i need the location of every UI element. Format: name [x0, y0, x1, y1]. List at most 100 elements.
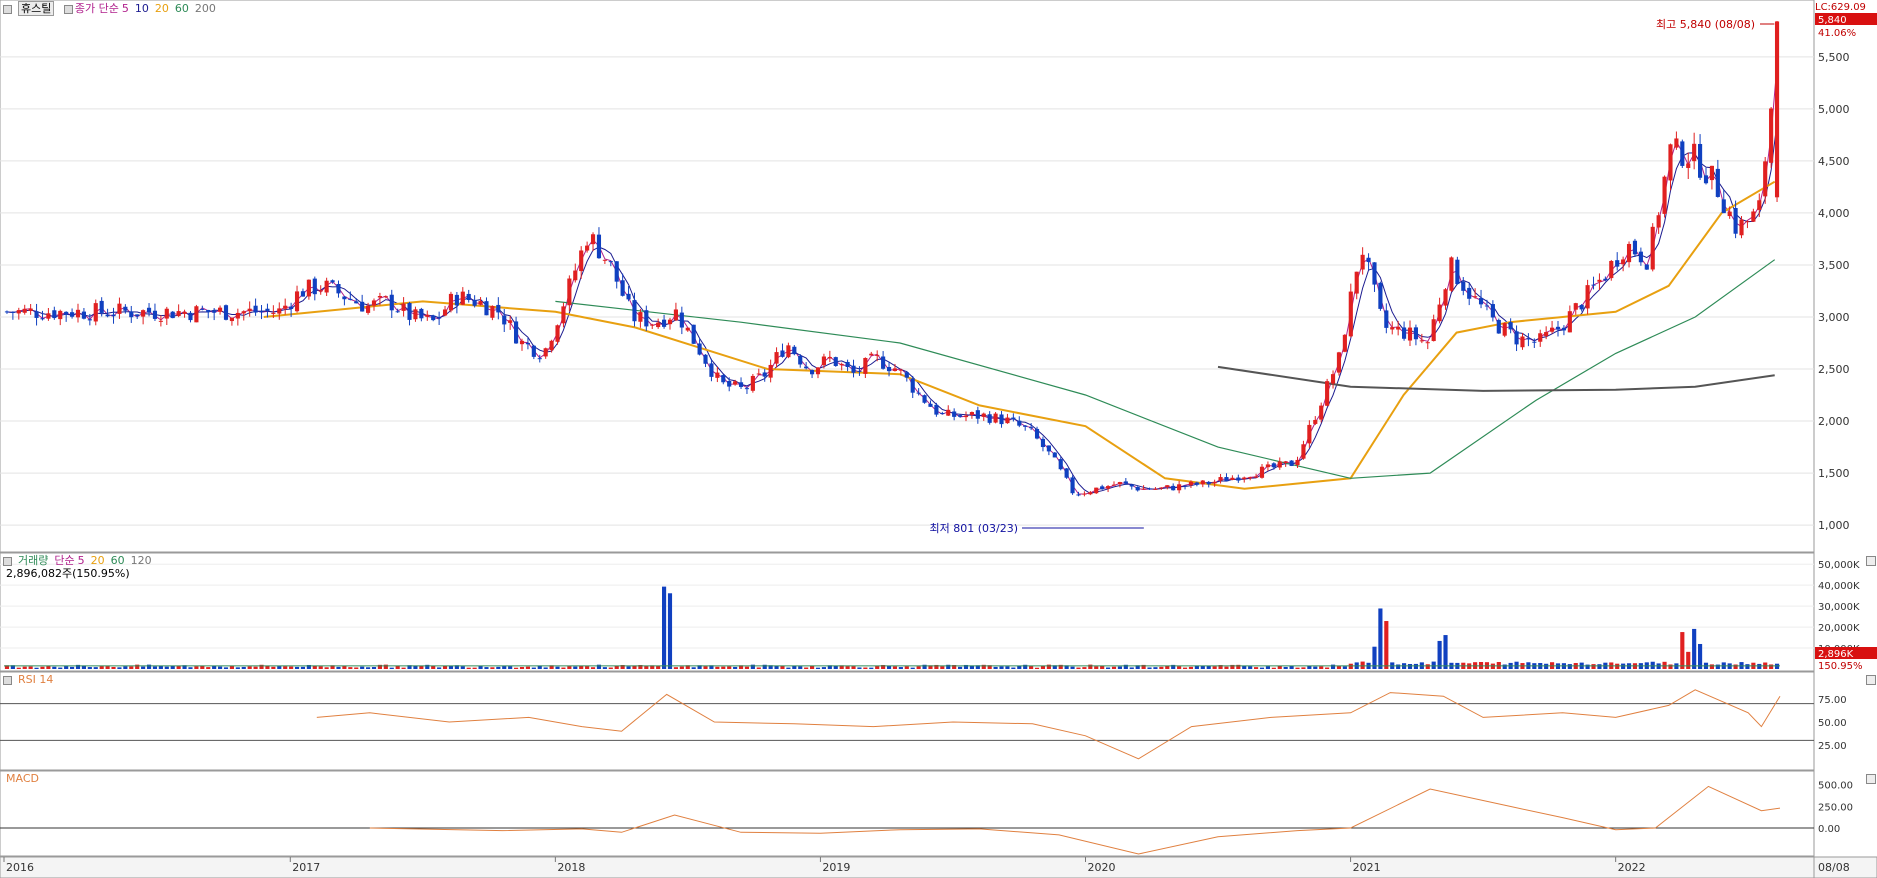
candle-body [898, 369, 903, 371]
candle-body [1591, 284, 1596, 286]
candle-body [490, 306, 495, 318]
candle-body [786, 345, 791, 358]
candle-body [1502, 323, 1507, 336]
candle-body [1129, 484, 1134, 487]
candle-body [608, 261, 613, 263]
candle-body [869, 353, 874, 356]
candle-body [697, 343, 702, 355]
candle-body [1739, 219, 1744, 236]
volume-bar [715, 666, 720, 669]
candle-body [804, 366, 809, 369]
stock-name[interactable]: 휴스틸 [18, 1, 55, 16]
candle-body [508, 320, 513, 323]
candle-body [1123, 481, 1128, 484]
candle-body [999, 414, 1004, 425]
candle-body [1141, 488, 1146, 490]
candle-body [555, 325, 560, 342]
volume-pane-close-icon[interactable] [1866, 556, 1876, 566]
candle-body [987, 414, 992, 423]
price-tick-label: 1,000 [1818, 519, 1850, 532]
candle-body [111, 314, 116, 317]
volume-bar [1396, 664, 1401, 669]
volume-menu-icon[interactable] [3, 556, 12, 566]
candle-body [531, 345, 536, 357]
candle-body [194, 306, 199, 323]
volume-pane[interactable] [0, 552, 1815, 672]
volume-bar [1330, 664, 1336, 669]
volume-bar [626, 666, 631, 669]
volume-bar [1034, 667, 1040, 669]
candle-body [715, 372, 720, 378]
volume-bar [235, 667, 240, 669]
candle-body [721, 375, 726, 383]
candle-body [466, 293, 471, 301]
candle-body [1005, 417, 1010, 424]
candle-body [1040, 438, 1046, 448]
candle-body [442, 309, 448, 316]
volume-bar [1342, 666, 1347, 669]
candle-body [1467, 287, 1472, 299]
candle-body [744, 388, 750, 390]
candle-body [691, 324, 696, 344]
ma5-label: 5 [121, 2, 129, 15]
candle-body [1544, 332, 1549, 337]
candle-body [1348, 291, 1353, 337]
candle-body [733, 381, 738, 385]
candle-body [419, 308, 424, 319]
volume-bar [271, 666, 276, 669]
volume-bar [1212, 666, 1217, 669]
rsi-pane[interactable] [0, 671, 1815, 771]
volume-bar [1407, 664, 1413, 669]
pane-menu-icon[interactable] [3, 4, 12, 14]
candle-body [1455, 259, 1460, 285]
candle-body [223, 305, 229, 320]
volume-bar [1147, 667, 1152, 669]
candle-body [602, 259, 607, 261]
candle-body [1088, 492, 1093, 495]
vma20-label: 20 [90, 554, 105, 567]
candle-body [1100, 486, 1105, 490]
candle-body [863, 357, 868, 374]
stock-chart[interactable]: 1,000 1,500 2,000 2,500 3,000 3,500 4,000 4,500… [0, 0, 1877, 878]
volume-bar [1544, 663, 1549, 669]
volume-bar [1271, 667, 1276, 669]
candle-body [1644, 264, 1649, 270]
macd-pane-close-icon[interactable] [1866, 774, 1876, 784]
volume-bar [93, 667, 98, 669]
volume-bar [531, 667, 536, 669]
candle-body [1727, 211, 1732, 217]
lc-label: LC:629.09 [1815, 2, 1866, 13]
x-tick-label: 2018 [557, 861, 585, 874]
candle-body [875, 354, 880, 356]
rsi-menu-icon[interactable] [3, 675, 12, 685]
candle-body [395, 311, 400, 313]
candle-body [1555, 326, 1561, 330]
candle-body [312, 278, 317, 295]
ma-menu-icon[interactable] [63, 4, 73, 14]
candle-body [1265, 464, 1270, 468]
volume-bar [691, 667, 696, 669]
candle-body [1508, 322, 1513, 330]
candle-body [1715, 168, 1720, 197]
price-pane[interactable] [0, 0, 1815, 553]
volume-bar [910, 667, 915, 669]
volume-bar [1378, 608, 1383, 669]
candle-body [1307, 424, 1312, 444]
high-annotation: 최고 5,840 (08/08) [1656, 18, 1755, 31]
candle-body [1656, 215, 1661, 228]
price-tick-label: 4,500 [1818, 155, 1850, 168]
candle-body [1117, 482, 1122, 485]
current-volume-label: 2,896K [1818, 649, 1854, 660]
candle-body [1082, 493, 1087, 495]
candle-body [389, 294, 394, 311]
volume-bar [460, 666, 465, 669]
candle-body [206, 309, 211, 313]
candle-body [1674, 138, 1679, 148]
candle-body [596, 234, 602, 259]
price-tick-label: 2,000 [1818, 415, 1850, 428]
candle-body [413, 309, 418, 320]
rsi-pane-close-icon[interactable] [1866, 675, 1876, 685]
volume-bar [354, 667, 359, 669]
volume-bar [111, 666, 116, 669]
candle-body [928, 403, 933, 407]
